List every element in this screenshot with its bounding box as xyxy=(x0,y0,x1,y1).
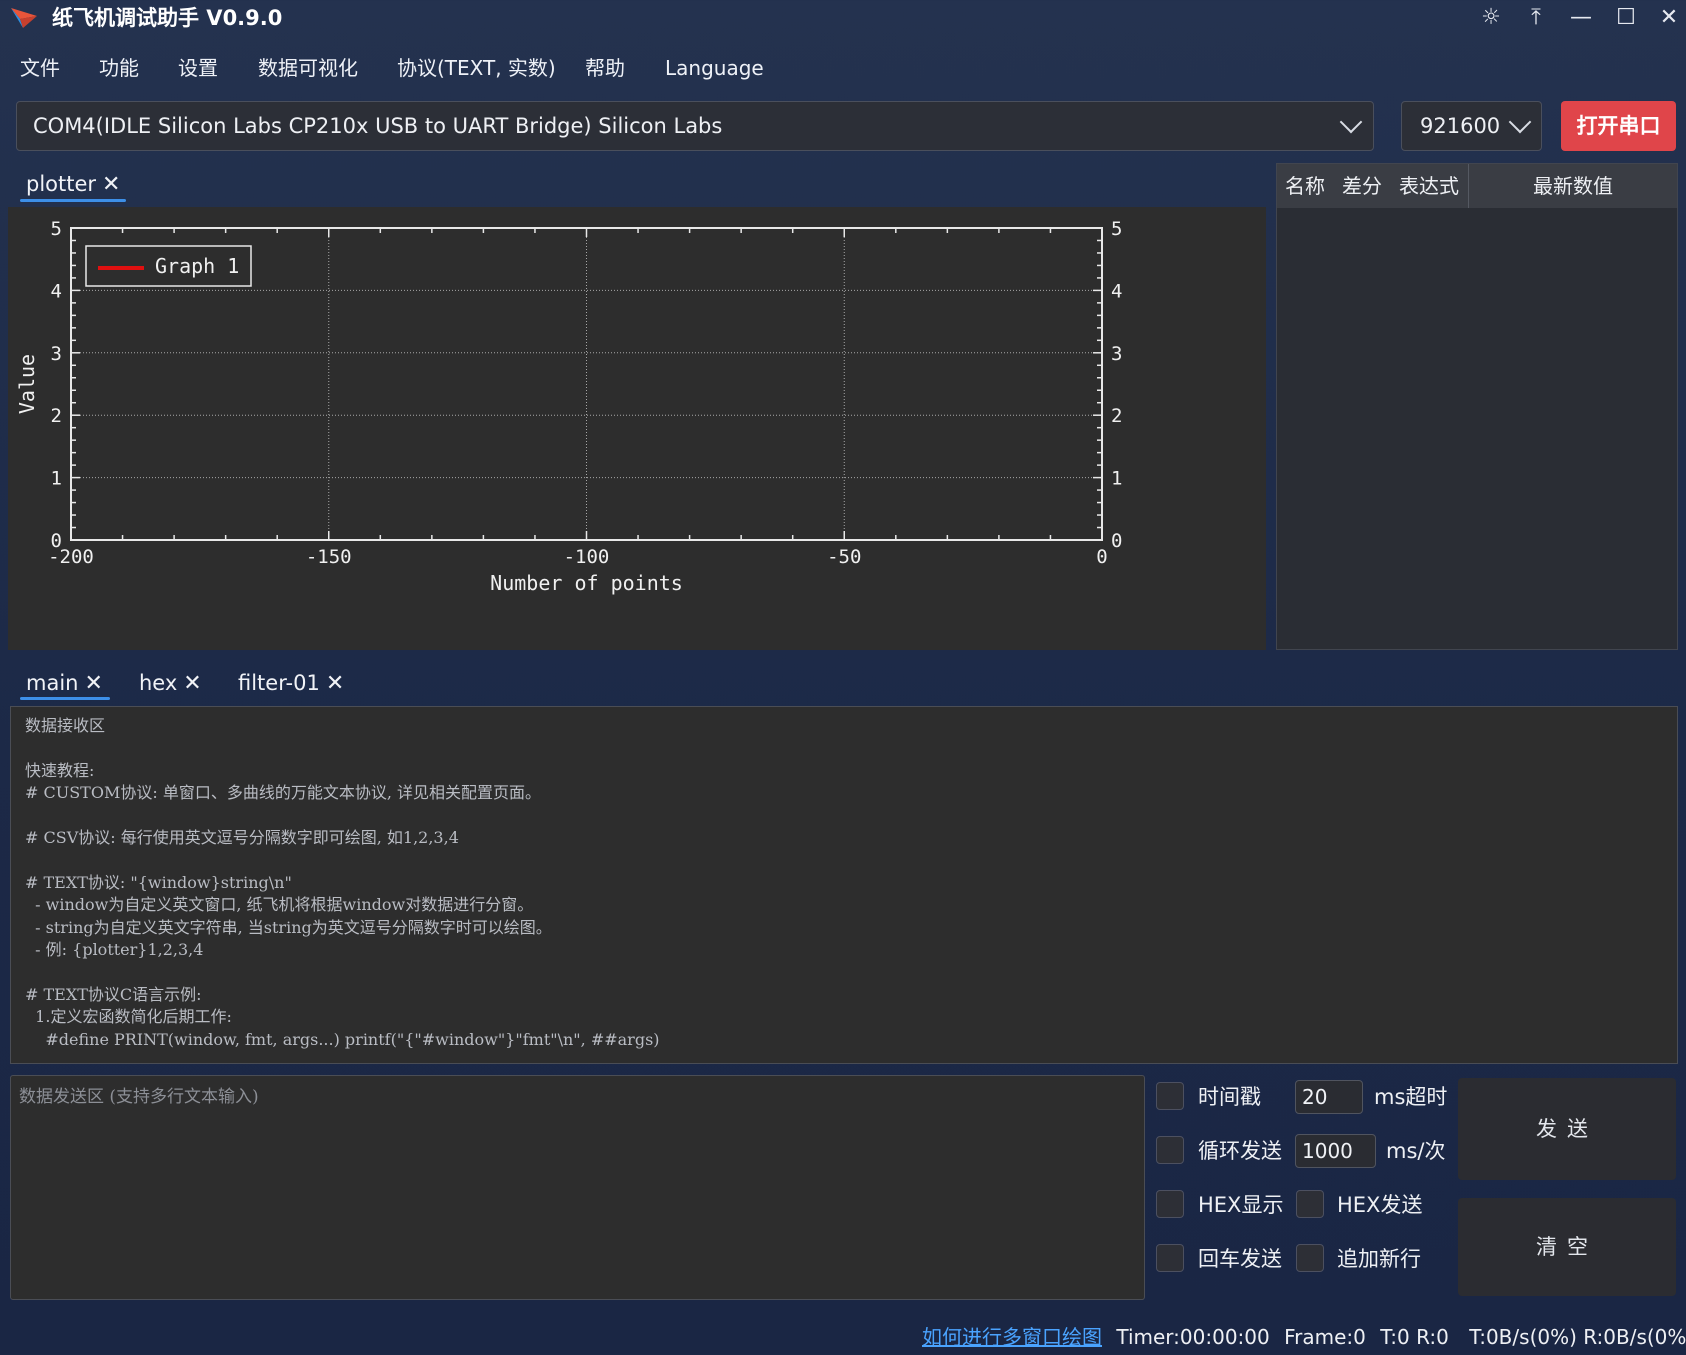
column-divider xyxy=(1468,164,1469,208)
theme-sun-icon[interactable]: ☼ xyxy=(1474,4,1508,32)
tab-label: hex xyxy=(139,671,178,695)
menu-protocol[interactable]: 协议(TEXT, 实数) xyxy=(397,52,556,84)
maximize-button[interactable]: ☐ xyxy=(1609,4,1643,32)
chevron-down-icon xyxy=(1339,110,1363,134)
menu-language[interactable]: Language xyxy=(665,52,764,84)
hex-display-checkbox[interactable] xyxy=(1156,1190,1184,1218)
loop-send-label: 循环发送 xyxy=(1198,1139,1282,1163)
baud-rate-value: 921600 xyxy=(1420,114,1501,138)
loop-interval-unit: ms/次 xyxy=(1386,1139,1446,1163)
plot-chart[interactable]: -200 -150 -100 -50 00 01 12 23 34 45 5Number of po… xyxy=(8,207,1266,650)
frame-count: Frame:0 xyxy=(1284,1325,1366,1349)
menu-help[interactable]: 帮助 xyxy=(585,52,625,84)
timeout-input[interactable]: 20 xyxy=(1295,1080,1363,1114)
menu-settings[interactable]: 设置 xyxy=(178,52,218,84)
y-tick-label-right: 4 xyxy=(1111,280,1122,302)
loop-send-checkbox[interactable] xyxy=(1156,1136,1184,1164)
throughput-rate: T:0B/s(0%) R:0B/s(0%) xyxy=(1469,1325,1686,1349)
active-tab-indicator xyxy=(20,697,110,700)
y-tick-label-right: 1 xyxy=(1111,468,1122,490)
y-tick-label-left: 5 xyxy=(51,218,62,240)
column-latest-value[interactable]: 最新数值 xyxy=(1533,164,1613,208)
tab-filter-01[interactable]: filter-01 ✕ xyxy=(238,666,344,700)
x-tick-label: -150 xyxy=(306,546,352,568)
y-tick-label-left: 4 xyxy=(51,280,62,302)
y-tick-label-right: 0 xyxy=(1111,530,1122,552)
tab-hex[interactable]: hex ✕ xyxy=(139,666,202,700)
plot-panel: -200 -150 -100 -50 0 0 0 1 1 2 2 3 3 4 4 5 5 Number of po… xyxy=(8,207,1266,650)
hex-display-label: HEX显示 xyxy=(1198,1193,1284,1217)
title-bar: 纸飞机调试助手 V0.9.0 ☼ ⤒ — ☐ ✕ xyxy=(0,0,1686,36)
receive-text: 数据接收区 快速教程: # CUSTOM协议: 单窗口、多曲线的万能文本协议, … xyxy=(25,716,660,1049)
send-placeholder: 数据发送区 (支持多行文本输入) xyxy=(19,1087,259,1107)
y-tick-label-left: 1 xyxy=(51,468,62,490)
minimize-button[interactable]: — xyxy=(1564,4,1598,32)
tab-label: main xyxy=(26,671,79,695)
menu-data-visualization[interactable]: 数据可视化 xyxy=(258,52,358,84)
column-diff[interactable]: 差分 xyxy=(1342,164,1382,208)
legend-label: Graph 1 xyxy=(155,254,239,278)
tx-rx-count: T:0 R:0 xyxy=(1380,1325,1449,1349)
y-tick-label-left: 3 xyxy=(51,343,62,365)
pin-on-top-icon[interactable]: ⤒ xyxy=(1519,4,1553,32)
send-input[interactable]: 数据发送区 (支持多行文本输入) xyxy=(10,1075,1145,1300)
active-tab-indicator xyxy=(20,199,126,202)
append-newline-label: 追加新行 xyxy=(1337,1247,1421,1271)
y-tick-label-right: 5 xyxy=(1111,218,1122,240)
close-icon[interactable]: ✕ xyxy=(84,671,102,696)
receive-area[interactable]: 数据接收区 快速教程: # CUSTOM协议: 单窗口、多曲线的万能文本协议, … xyxy=(10,706,1678,1064)
baud-rate-select[interactable]: 921600 xyxy=(1401,101,1542,151)
y-tick-label-right: 3 xyxy=(1111,343,1122,365)
timestamp-checkbox[interactable] xyxy=(1156,1082,1184,1110)
timeout-unit: ms超时 xyxy=(1374,1085,1448,1109)
tab-label: plotter xyxy=(26,172,97,196)
y-tick-label-right: 2 xyxy=(1111,405,1122,427)
x-tick-label: 0 xyxy=(1096,546,1107,568)
menu-function[interactable]: 功能 xyxy=(99,52,139,84)
chevron-down-icon xyxy=(1508,110,1532,134)
paper-plane-icon xyxy=(11,8,37,28)
x-tick-label: -50 xyxy=(827,546,861,568)
send-button[interactable]: 发送 xyxy=(1458,1078,1676,1180)
clear-button[interactable]: 清空 xyxy=(1458,1198,1676,1296)
y-tick-label-left: 2 xyxy=(51,405,62,427)
y-tick-label-left: 0 xyxy=(51,530,62,552)
hex-send-label: HEX发送 xyxy=(1337,1193,1423,1217)
multi-window-plot-help-link[interactable]: 如何进行多窗口绘图 xyxy=(922,1325,1102,1349)
status-bar: 如何进行多窗口绘图 Timer:00:00:00 Frame:0 T:0 R:0… xyxy=(922,1321,1686,1353)
close-icon[interactable]: ✕ xyxy=(183,671,201,696)
serial-port-select[interactable]: COM4(IDLE Silicon Labs CP210x USB to UAR… xyxy=(16,101,1374,151)
table-header: 名称 差分 表达式 最新数值 xyxy=(1277,164,1677,208)
tab-plotter[interactable]: plotter ✕ xyxy=(26,167,120,201)
tab-main[interactable]: main ✕ xyxy=(26,666,103,700)
append-newline-checkbox[interactable] xyxy=(1296,1244,1324,1272)
serial-port-value: COM4(IDLE Silicon Labs CP210x USB to UAR… xyxy=(33,114,723,138)
y-axis-label: Value xyxy=(15,354,39,414)
variable-table: 名称 差分 表达式 最新数值 xyxy=(1276,163,1678,650)
close-button[interactable]: ✕ xyxy=(1652,4,1686,32)
x-tick-label: -100 xyxy=(564,546,610,568)
timestamp-label: 时间戳 xyxy=(1198,1085,1261,1109)
enter-send-checkbox[interactable] xyxy=(1156,1244,1184,1272)
enter-send-label: 回车发送 xyxy=(1198,1247,1282,1271)
close-icon[interactable]: ✕ xyxy=(326,671,344,696)
window-title: 纸飞机调试助手 V0.9.0 xyxy=(52,6,283,30)
timer-readout: Timer:00:00:00 xyxy=(1116,1325,1270,1349)
column-expression[interactable]: 表达式 xyxy=(1399,164,1459,208)
loop-interval-input[interactable]: 1000 xyxy=(1295,1134,1376,1168)
tab-label: filter-01 xyxy=(238,671,320,695)
column-name[interactable]: 名称 xyxy=(1285,164,1325,208)
hex-send-checkbox[interactable] xyxy=(1296,1190,1324,1218)
menu-file[interactable]: 文件 xyxy=(20,52,60,84)
open-port-button[interactable]: 打开串口 xyxy=(1561,101,1676,151)
close-icon[interactable]: ✕ xyxy=(102,172,120,197)
x-axis-label: Number of points xyxy=(490,571,683,595)
